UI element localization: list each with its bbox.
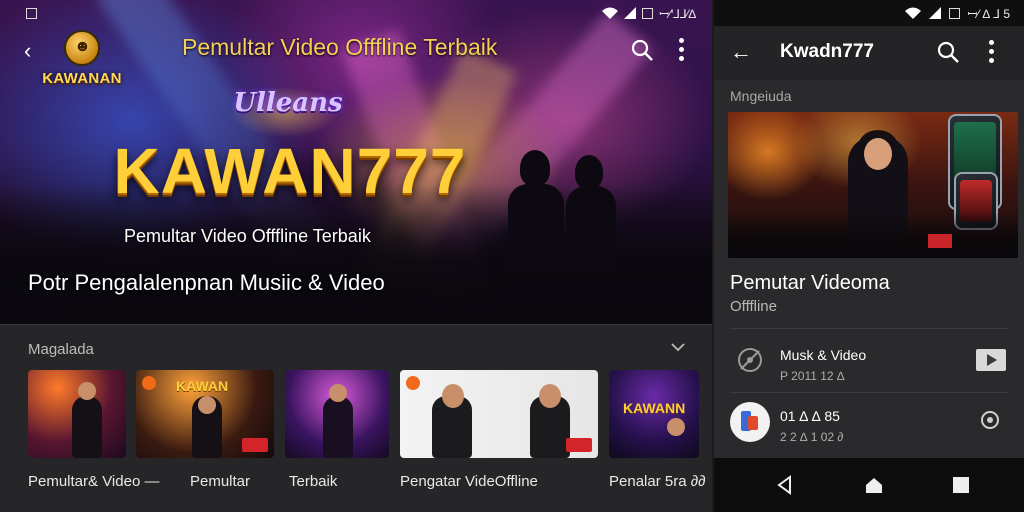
signal-icon bbox=[928, 7, 941, 19]
media-thumbnail[interactable]: KAWANN bbox=[609, 370, 699, 458]
tablet-screen: ꟷ⁄ꞌ⅃⅃⁄∆ ‹ ☻ KAWANAN Pemultar Video Offfl… bbox=[0, 0, 712, 512]
more-vert-icon[interactable] bbox=[986, 38, 996, 66]
performer-silhouette bbox=[520, 150, 550, 186]
search-icon[interactable] bbox=[630, 38, 654, 62]
chevron-left-icon[interactable]: ‹ bbox=[24, 38, 31, 64]
more-vert-icon[interactable] bbox=[676, 36, 686, 64]
tag-icon bbox=[928, 234, 952, 248]
person-head bbox=[667, 418, 685, 436]
app-logo-icon bbox=[730, 402, 770, 442]
person-figure bbox=[72, 396, 102, 458]
media-caption[interactable]: Penalar 5ra ∂∂ bbox=[609, 473, 705, 490]
hero-script-text: Ulleans bbox=[233, 88, 343, 118]
search-icon[interactable] bbox=[936, 40, 960, 64]
app-logo: ☻ KAWANAN bbox=[36, 30, 128, 102]
play-icon[interactable] bbox=[976, 349, 1006, 371]
radio-button-icon[interactable] bbox=[980, 410, 1000, 430]
phone-screen: ꟷ⁄ ∆ ⅃ 5 ← Kwadn777 Mngeiuda Pemutar Vid… bbox=[714, 0, 1024, 512]
battery-icon bbox=[642, 7, 654, 19]
signal-icon bbox=[624, 7, 637, 19]
back-triangle-icon[interactable] bbox=[774, 474, 796, 496]
wifi-icon bbox=[602, 7, 619, 19]
arrow-left-icon[interactable]: ← bbox=[730, 39, 752, 65]
home-icon[interactable] bbox=[863, 474, 885, 496]
media-caption[interactable]: Pemultar& Video — bbox=[28, 473, 159, 490]
feature-title: Pemutar Videoma bbox=[730, 272, 890, 294]
person-face bbox=[864, 138, 892, 170]
feature-banner[interactable] bbox=[728, 112, 1018, 258]
media-thumbnail[interactable] bbox=[285, 370, 389, 458]
person-head bbox=[78, 382, 96, 400]
person-figure bbox=[323, 396, 353, 458]
section-title: Magalada bbox=[28, 341, 94, 358]
divider bbox=[730, 328, 1008, 329]
list-item-title: 01 ∆ ∆ 85 bbox=[780, 408, 840, 424]
list-item-subtitle: 2 2 ∆ 1 02 ∂ bbox=[780, 430, 844, 444]
media-thumbnail[interactable]: KAWAN bbox=[136, 370, 274, 458]
section-title: Mngeiuda bbox=[730, 88, 792, 104]
media-caption[interactable]: Pemultar bbox=[190, 473, 250, 490]
hero-brand: KAWAN777 bbox=[113, 135, 467, 207]
page-title: Pemultar Video Offfline Terbaik bbox=[182, 34, 498, 60]
battery-icon bbox=[948, 7, 960, 19]
person-head bbox=[198, 396, 216, 414]
list-item-title: Musk & Video bbox=[780, 347, 867, 363]
mascot-face-icon: ☻ bbox=[74, 38, 91, 55]
person-head bbox=[329, 384, 347, 402]
status-text: ꟷ⁄ ∆ ⅃ 5 bbox=[967, 6, 1010, 21]
chevron-down-icon[interactable] bbox=[670, 339, 686, 355]
media-thumbnail[interactable] bbox=[28, 370, 126, 458]
hero-caption: Potr Pengalalenpnan Musiic & Video bbox=[28, 270, 385, 295]
status-bar: ꟷ⁄ꞌ⅃⅃⁄∆ bbox=[0, 0, 712, 26]
thumb-logo-text: KAWAN bbox=[176, 378, 229, 394]
system-nav-bar bbox=[714, 458, 1024, 512]
divider bbox=[730, 392, 1008, 393]
top-app-bar: ← Kwadn777 bbox=[714, 26, 1024, 80]
media-caption[interactable]: Pengatar VideOffline bbox=[400, 473, 538, 490]
hero-logo: Ulleans KAWAN777 bbox=[110, 86, 470, 226]
crowd-silhouette bbox=[728, 212, 1018, 258]
notification-icon bbox=[26, 7, 37, 19]
tag-icon bbox=[566, 438, 592, 452]
status-bar: ꟷ⁄ ∆ ⅃ 5 bbox=[714, 0, 1024, 26]
app-badge-icon bbox=[406, 376, 420, 390]
performer-silhouette bbox=[566, 186, 616, 272]
hero-subtitle: Pemultar Video Offfline Terbaik bbox=[124, 226, 371, 246]
thumb-logo-text: KAWANN bbox=[623, 400, 686, 416]
page-title: Kwadn777 bbox=[780, 41, 874, 62]
status-text: ꟷ⁄ꞌ⅃⅃⁄∆ bbox=[659, 6, 696, 21]
recents-square-icon[interactable] bbox=[950, 474, 972, 496]
media-thumbnail[interactable] bbox=[400, 370, 598, 458]
hero-banner[interactable]: ꟷ⁄ꞌ⅃⅃⁄∆ ‹ ☻ KAWANAN Pemultar Video Offfl… bbox=[0, 0, 712, 324]
logo-text: KAWANAN bbox=[42, 70, 122, 87]
app-badge-icon bbox=[142, 376, 156, 390]
tag-icon bbox=[242, 438, 268, 452]
top-app-bar: ‹ ☻ KAWANAN Pemultar Video Offfline Terb… bbox=[0, 26, 712, 87]
person-head bbox=[539, 384, 561, 408]
list-item-subtitle: P 2011 12 ∆ bbox=[780, 369, 845, 383]
wifi-icon bbox=[904, 7, 921, 19]
media-section: Magalada KAWAN KAWANN Pemultar& Video — … bbox=[0, 324, 712, 512]
music-disc-icon bbox=[738, 348, 762, 372]
media-caption[interactable]: Terbaik bbox=[289, 473, 337, 490]
performer-silhouette bbox=[575, 155, 603, 189]
feature-subtitle: Offfline bbox=[730, 298, 777, 315]
performer-silhouette bbox=[508, 184, 564, 274]
person-head bbox=[442, 384, 464, 408]
